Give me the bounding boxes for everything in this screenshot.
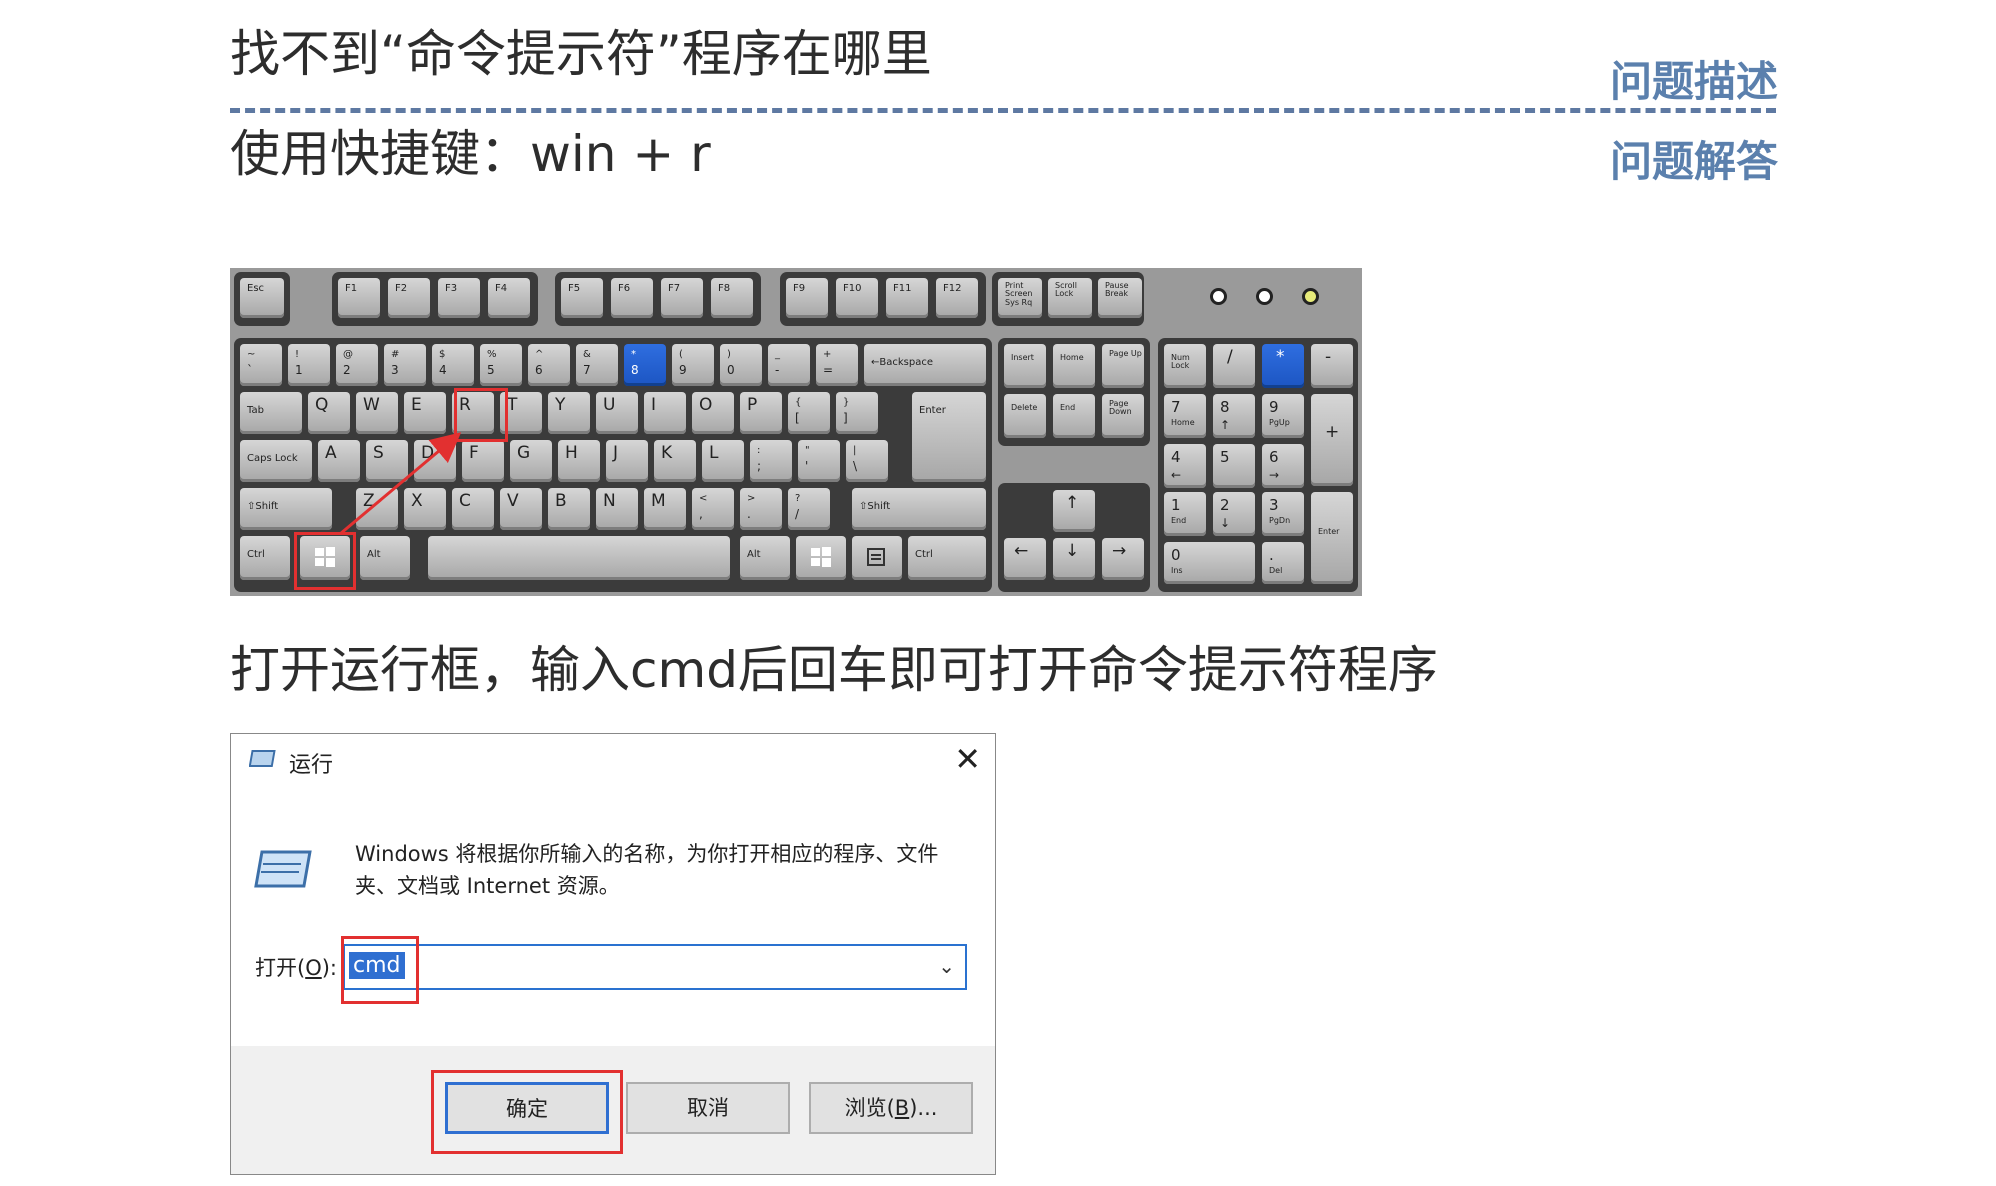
close-icon[interactable]: ✕ bbox=[954, 740, 981, 778]
dashed-divider bbox=[230, 108, 1776, 113]
dialog-title: 运行 bbox=[289, 753, 334, 778]
dialog-body bbox=[231, 786, 995, 1046]
cmd-input-highlight bbox=[341, 936, 419, 1004]
run-large-icon bbox=[254, 850, 312, 888]
chevron-down-icon[interactable]: ⌄ bbox=[938, 954, 955, 978]
open-label-suffix: ): bbox=[321, 956, 338, 980]
keyboard-image: Esc F1 F2 F3 F4 F5 F6 F7 F8 F9 F10 F11 F… bbox=[230, 268, 1362, 596]
dialog-titlebar: 运行 ✕ bbox=[231, 734, 995, 786]
browse-label-accesskey: B bbox=[894, 1096, 910, 1120]
browse-label-suffix: )... bbox=[909, 1096, 938, 1120]
ok-button-highlight bbox=[431, 1070, 623, 1154]
open-label-prefix: 打开( bbox=[255, 956, 306, 980]
step-instruction: 打开运行框，输入cmd后回车即可打开命令提示符程序 bbox=[230, 641, 1438, 699]
open-label-accesskey: O bbox=[305, 956, 322, 980]
answer-tag: 问题解答 bbox=[1609, 137, 1778, 186]
cancel-button[interactable]: 取消 bbox=[626, 1082, 790, 1134]
question-title: 找不到“命令提示符”程序在哪里 bbox=[230, 25, 932, 83]
question-tag: 问题描述 bbox=[1609, 57, 1778, 106]
open-label: 打开(O): bbox=[255, 952, 337, 982]
run-app-icon bbox=[249, 750, 276, 767]
answer-title: 使用快捷键：win + r bbox=[230, 125, 711, 183]
run-command-input[interactable]: cmd ⌄ bbox=[343, 944, 967, 990]
run-dialog: 运行 ✕ Windows 将根据你所输入的名称，为你打开相应的程序、文件夹、文档… bbox=[230, 733, 996, 1175]
win-to-r-arrow bbox=[339, 432, 462, 536]
browse-button[interactable]: 浏览(B)... bbox=[809, 1082, 973, 1134]
dialog-description: Windows 将根据你所输入的名称，为你打开相应的程序、文件夹、文档或 Int… bbox=[355, 842, 939, 898]
browse-label-prefix: 浏览( bbox=[844, 1096, 895, 1120]
